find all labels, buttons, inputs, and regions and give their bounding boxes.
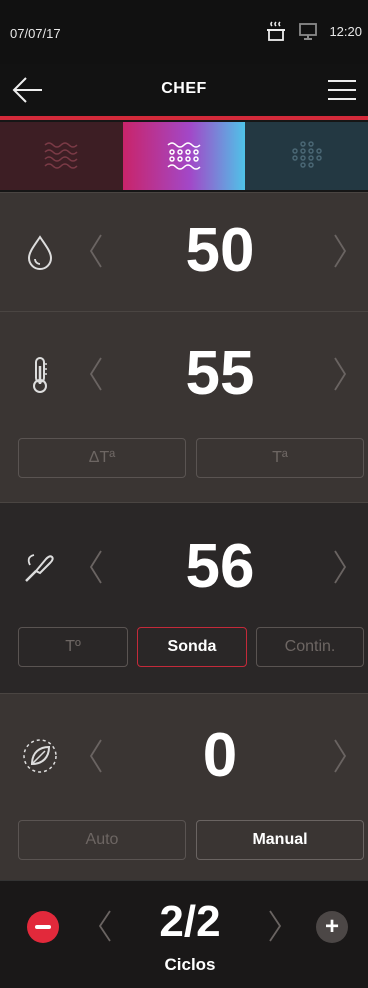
next-cycle-button[interactable]: [268, 909, 282, 943]
increase-probe-button[interactable]: [332, 549, 348, 585]
steam-waves-icon: [44, 142, 78, 169]
increase-eco-button[interactable]: [332, 738, 348, 774]
eco-panel: 0 Auto Manual: [0, 693, 368, 880]
cooking-mode-selector: [0, 122, 368, 190]
plus-icon[interactable]: +: [316, 911, 348, 943]
mode-combi[interactable]: [122, 122, 246, 190]
mode-convection[interactable]: [245, 122, 368, 190]
cycle-label: Ciclos: [164, 955, 216, 974]
previous-cycle-button[interactable]: [98, 909, 112, 943]
decrease-probe-button[interactable]: [88, 549, 104, 585]
minus-icon[interactable]: [27, 911, 59, 943]
eco-value: 0: [202, 721, 238, 790]
eco-manual-button[interactable]: Manual: [196, 820, 364, 860]
hamburger-menu-icon[interactable]: [326, 76, 358, 104]
screen-icon: [299, 23, 318, 40]
delta-temperature-button[interactable]: ΔTª: [18, 438, 186, 478]
decrease-eco-button[interactable]: [88, 738, 104, 774]
combi-steam-icon: [167, 142, 201, 170]
page-title: CHEF: [161, 80, 207, 97]
eco-leaf-icon: [23, 739, 57, 773]
probe-option-temperature[interactable]: Tº: [18, 627, 128, 667]
temperature-panel: 55 ΔTª Tª: [0, 311, 368, 502]
increase-humidity-button[interactable]: [332, 233, 348, 269]
thermometer-icon: [33, 357, 47, 393]
eco-auto-button[interactable]: Auto: [18, 820, 186, 860]
decrease-humidity-button[interactable]: [88, 233, 104, 269]
convection-dots-icon: [291, 141, 322, 168]
status-icons: 12:20: [265, 20, 362, 42]
probe-icon: [25, 554, 54, 582]
probe-value: 56: [185, 532, 255, 601]
cycles-footer: 2/2 Ciclos +: [0, 880, 368, 988]
probe-panel: 56 Tº Sonda Contin.: [0, 502, 368, 693]
temperature-mode-button[interactable]: Tª: [196, 438, 364, 478]
probe-row: 56: [0, 527, 368, 607]
status-bar: 07/07/17 12:20: [0, 0, 368, 64]
accent-divider: [0, 116, 368, 120]
status-time: 12:20: [329, 23, 362, 39]
decrease-temperature-button[interactable]: [88, 356, 104, 392]
steam-pot-icon: [267, 21, 286, 41]
humidity-row: 50: [0, 211, 368, 291]
app-bar: CHEF: [0, 64, 368, 116]
mode-steam[interactable]: [0, 122, 123, 190]
cycle-count: 2/2: [159, 897, 221, 946]
probe-option-sonda[interactable]: Sonda: [137, 627, 247, 667]
eco-row: 0: [0, 716, 368, 796]
probe-option-continuous[interactable]: Contin.: [256, 627, 364, 667]
status-date: 07/07/17: [10, 26, 61, 41]
increase-temperature-button[interactable]: [332, 356, 348, 392]
drop-icon: [27, 235, 53, 270]
temperature-value: 55: [185, 339, 255, 408]
humidity-value: 50: [185, 216, 255, 285]
humidity-panel: 50: [0, 192, 368, 311]
temperature-row: 55: [0, 334, 368, 414]
